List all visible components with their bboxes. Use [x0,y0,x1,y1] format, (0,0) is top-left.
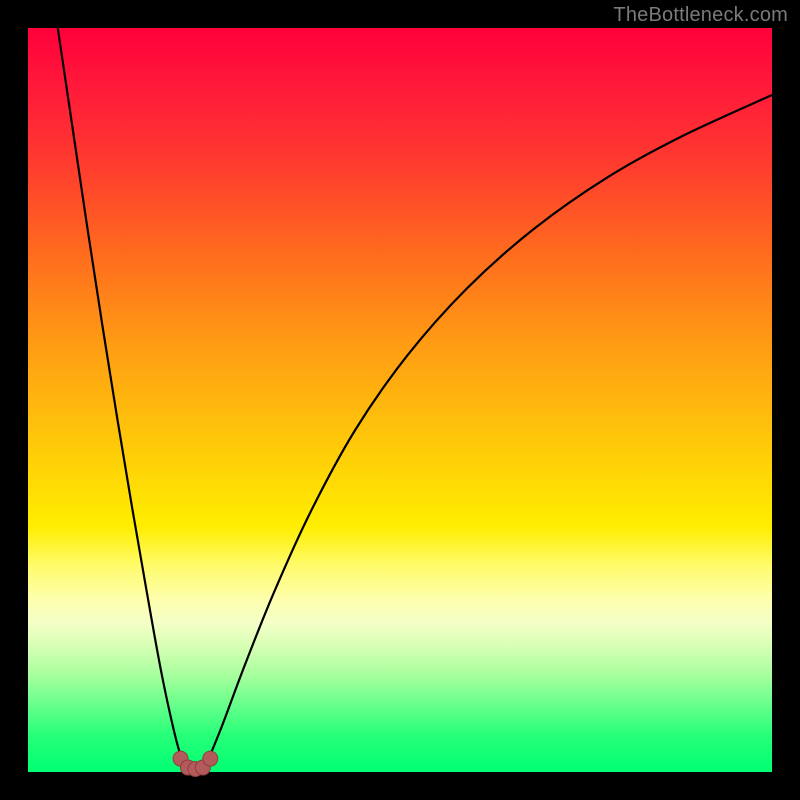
curve-layer [28,28,772,772]
valley-marker-dot [203,751,218,766]
left-branch-path [58,28,188,768]
attribution-text: TheBottleneck.com [613,4,788,27]
chart-frame: TheBottleneck.com [0,0,800,800]
plot-area [28,28,772,772]
right-branch-path [203,95,772,768]
valley-marker-group [173,751,218,776]
